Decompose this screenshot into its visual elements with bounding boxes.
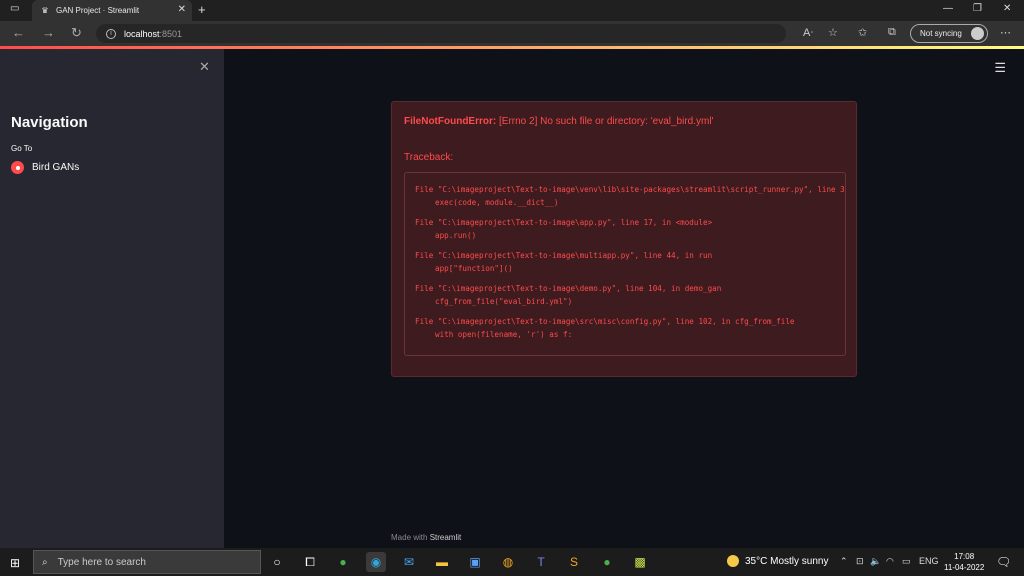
browser-tab[interactable]: ♛ GAN Project · Streamlit ✕ [32,0,192,21]
read-aloud-icon[interactable]: Aᐧ [803,26,813,39]
site-info-icon[interactable]: i [106,28,116,39]
footer-streamlit-link[interactable]: Streamlit [430,533,462,542]
traceback-code-line: cfg_from_file("eval_bird.yml") [435,297,573,306]
volume-icon[interactable]: 🔈 [870,556,881,567]
streamlit-crown-icon: ♛ [41,6,49,15]
hamburger-menu-icon[interactable]: ☰ [994,60,1006,76]
weather-text: 35°C Mostly sunny [745,555,829,567]
weather-widget[interactable]: 35°C Mostly sunny [727,555,828,567]
back-icon[interactable]: ← [12,25,25,40]
edge-icon[interactable]: ◉ [366,552,386,572]
browser-titlebar: ▭ ♛ GAN Project · Streamlit ✕ + — ❐ ✕ [0,0,1024,21]
favorites-icon[interactable]: ✩ [858,26,867,39]
vpn-icon[interactable]: ◍ [498,552,518,572]
close-window-icon[interactable]: ✕ [1003,3,1011,14]
clock-date: 11-04-2022 [944,563,985,572]
minimize-icon[interactable]: — [943,3,953,14]
task-view-icon[interactable]: ⧠ [300,552,320,572]
traceback-code-line: exec(code, module.__dict__) [435,198,559,207]
browser-toolbar: ← → ↻ i localhost :8501 Aᐧ ☆ ✩ ⧉ Not syn… [0,21,1024,46]
store-icon[interactable]: ▣ [465,552,485,572]
cortana-icon[interactable]: ○ [267,552,287,572]
taskbar: ⊞ ⌕ Type here to search ○ ⧠ ● ◉ ✉ ▬ ▣ ◍ … [0,548,1024,576]
traceback-file-line: File "C:\imageproject\Text-to-image\app.… [415,218,713,227]
tab-actions-icon[interactable]: ▭ [10,3,19,14]
pycharm-icon[interactable]: ▩ [630,552,650,572]
traceback-code-line: app["function"]() [435,264,513,273]
footer-prefix: Made with [391,533,430,542]
address-bar[interactable]: i localhost :8501 [96,24,786,43]
traceback-label: Traceback: [404,152,454,163]
address-host: localhost [124,28,160,39]
error-box: FileNotFoundError: [Errno 2] No such fil… [391,101,857,377]
error-name: FileNotFoundError: [404,116,497,127]
tray-chevron-icon[interactable]: ⌃ [840,556,848,567]
traceback-box: File "C:\imageproject\Text-to-image\venv… [404,172,846,356]
chrome-icon-2[interactable]: ● [597,552,617,572]
tray-device-icon[interactable]: ⊡ [856,556,864,567]
sidebar: ✕ Navigation Go To Bird GANs [0,49,224,548]
taskbar-search[interactable]: ⌕ Type here to search [33,550,261,574]
traceback-file-line: File "C:\imageproject\Text-to-image\mult… [415,251,713,260]
new-tab-icon[interactable]: + [198,2,206,17]
wifi-icon[interactable]: ◠ [886,556,894,567]
radio-group-label: Go To [11,144,33,153]
clock-time: 17:08 [954,552,975,561]
battery-icon[interactable]: ▭ [902,556,911,567]
add-favorite-icon[interactable]: ☆ [828,26,838,39]
windows-start-icon[interactable]: ⊞ [10,556,20,570]
close-tab-icon[interactable]: ✕ [178,4,186,15]
search-icon: ⌕ [42,556,48,568]
profile-avatar [971,27,984,40]
notification-center-icon[interactable]: 🗨 [996,555,1011,569]
traceback-file-line: File "C:\imageproject\Text-to-image\venv… [415,185,845,194]
footer: Made with Streamlit [391,533,461,542]
forward-icon[interactable]: → [42,25,55,40]
mail-icon[interactable]: ✉ [399,552,419,572]
main-content: ☰ FileNotFoundError: [Errno 2] No such f… [224,49,1024,548]
traceback-file-line: File "C:\imageproject\Text-to-image\src\… [415,317,795,326]
sun-icon [727,555,739,567]
tab-title: GAN Project · Streamlit [56,6,140,15]
radio-option-bird-gans[interactable]: Bird GANs [11,161,79,174]
search-placeholder: Type here to search [57,556,146,568]
traceback-file-line: File "C:\imageproject\Text-to-image\demo… [415,284,722,293]
sync-label: Not syncing [920,29,962,38]
address-port: :8501 [159,28,183,39]
clock[interactable]: 17:08 11-04-2022 [944,551,984,573]
more-menu-icon[interactable]: ⋯ [1000,26,1011,39]
close-sidebar-icon[interactable]: ✕ [199,59,210,75]
sublime-icon[interactable]: S [564,552,584,572]
file-explorer-icon[interactable]: ▬ [432,552,452,572]
radio-option-label: Bird GANs [32,162,80,173]
error-heading: FileNotFoundError: [Errno 2] No such fil… [404,116,713,127]
sync-button[interactable]: Not syncing [910,24,988,43]
error-message: [Errno 2] No such file or directory: 'ev… [496,116,714,127]
collections-icon[interactable]: ⧉ [888,26,896,39]
teams-icon[interactable]: T [531,552,551,572]
traceback-code-line: app.run() [435,231,477,240]
radio-selected-icon[interactable] [11,161,24,174]
refresh-icon[interactable]: ↻ [71,25,82,41]
chrome-icon[interactable]: ● [333,552,353,572]
traceback-code-line: with open(filename, 'r') as f: [435,330,573,339]
restore-icon[interactable]: ❐ [973,3,982,14]
language-indicator[interactable]: ENG [919,556,939,566]
sidebar-title: Navigation [11,114,88,131]
